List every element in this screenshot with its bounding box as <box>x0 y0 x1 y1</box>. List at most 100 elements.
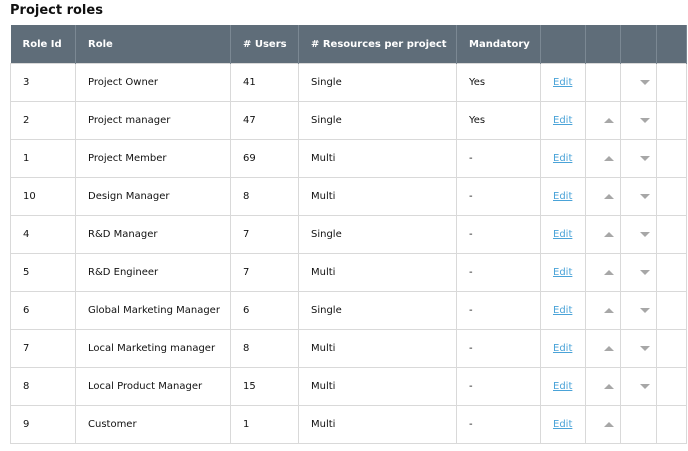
edit-link[interactable]: Edit <box>553 191 572 202</box>
cell-move-down <box>620 291 657 330</box>
move-down-icon[interactable] <box>639 346 650 351</box>
cell-edit: Edit <box>540 329 586 368</box>
cell-resources: Single <box>298 291 457 330</box>
cell-edit: Edit <box>540 139 586 178</box>
cell-extra <box>656 177 687 216</box>
cell-move-up <box>585 291 621 330</box>
cell-role-id: 6 <box>10 291 76 330</box>
edit-link[interactable]: Edit <box>553 115 572 126</box>
table-row: 3 Project Owner 41 Single Yes Edit <box>10 63 687 102</box>
cell-move-up <box>585 215 621 254</box>
move-up-icon[interactable] <box>604 308 614 313</box>
cell-extra <box>656 101 687 140</box>
cell-role-id: 4 <box>10 215 76 254</box>
cell-mandatory: - <box>456 405 541 444</box>
cell-move-down <box>620 367 657 406</box>
cell-move-down <box>620 101 657 140</box>
header-edit <box>540 25 586 64</box>
cell-role-id: 2 <box>10 101 76 140</box>
cell-resources: Single <box>298 215 457 254</box>
cell-edit: Edit <box>540 101 586 140</box>
move-down-icon[interactable] <box>639 80 650 85</box>
cell-users: 6 <box>230 291 299 330</box>
cell-role: R&D Manager <box>75 215 231 254</box>
edit-link[interactable]: Edit <box>553 305 572 316</box>
header-users: # Users <box>230 25 299 64</box>
edit-link[interactable]: Edit <box>553 229 572 240</box>
move-down-icon[interactable] <box>639 232 650 237</box>
cell-edit: Edit <box>540 177 586 216</box>
move-down-icon[interactable] <box>639 308 650 313</box>
cell-edit: Edit <box>540 215 586 254</box>
move-up-icon[interactable] <box>604 232 614 237</box>
cell-resources: Multi <box>298 405 457 444</box>
table-row: 10 Design Manager 8 Multi - Edit <box>10 177 687 216</box>
cell-move-up <box>585 177 621 216</box>
header-mandatory: Mandatory <box>456 25 541 64</box>
move-up-icon[interactable] <box>604 194 614 199</box>
header-resources-per-project: # Resources per project <box>298 25 457 64</box>
move-up-icon[interactable] <box>604 384 614 389</box>
cell-mandatory: - <box>456 215 541 254</box>
cell-extra <box>656 253 687 292</box>
cell-role-id: 3 <box>10 63 76 102</box>
cell-role: Project Owner <box>75 63 231 102</box>
cell-role: Design Manager <box>75 177 231 216</box>
cell-mandatory: - <box>456 253 541 292</box>
cell-move-up <box>585 405 621 444</box>
move-up-icon[interactable] <box>604 156 614 161</box>
cell-role-id: 1 <box>10 139 76 178</box>
cell-role: Project manager <box>75 101 231 140</box>
cell-role-id: 5 <box>10 253 76 292</box>
table-row: 7 Local Marketing manager 8 Multi - Edit <box>10 329 687 368</box>
move-down-icon[interactable] <box>639 156 650 161</box>
cell-users: 69 <box>230 139 299 178</box>
header-extra <box>656 25 687 64</box>
cell-resources: Single <box>298 63 457 102</box>
edit-link[interactable]: Edit <box>553 419 572 430</box>
header-move-down <box>620 25 657 64</box>
cell-edit: Edit <box>540 291 586 330</box>
cell-move-up <box>585 367 621 406</box>
cell-users: 41 <box>230 63 299 102</box>
page-title: Project roles <box>10 3 103 18</box>
move-down-icon[interactable] <box>639 194 650 199</box>
edit-link[interactable]: Edit <box>553 153 572 164</box>
edit-link[interactable]: Edit <box>553 267 572 278</box>
cell-move-down <box>620 215 657 254</box>
cell-users: 47 <box>230 101 299 140</box>
cell-extra <box>656 405 687 444</box>
cell-mandatory: - <box>456 177 541 216</box>
cell-role: Local Marketing manager <box>75 329 231 368</box>
edit-link[interactable]: Edit <box>553 77 572 88</box>
cell-mandatory: Yes <box>456 63 541 102</box>
header-move-up <box>585 25 621 64</box>
table-header-row: Role Id Role # Users # Resources per pro… <box>10 25 687 64</box>
move-up-icon[interactable] <box>604 346 614 351</box>
move-down-icon[interactable] <box>639 384 650 389</box>
cell-resources: Multi <box>298 329 457 368</box>
cell-move-up <box>585 329 621 368</box>
edit-link[interactable]: Edit <box>553 343 572 354</box>
cell-move-up <box>585 253 621 292</box>
cell-mandatory: - <box>456 139 541 178</box>
cell-role-id: 8 <box>10 367 76 406</box>
move-up-icon[interactable] <box>604 118 614 123</box>
cell-move-down <box>620 177 657 216</box>
project-roles-table: Role Id Role # Users # Resources per pro… <box>10 25 687 444</box>
move-up-icon[interactable] <box>604 270 614 275</box>
table-row: 6 Global Marketing Manager 6 Single - Edit <box>10 291 687 330</box>
cell-move-down <box>620 253 657 292</box>
cell-edit: Edit <box>540 367 586 406</box>
cell-move-down <box>620 139 657 178</box>
move-down-icon[interactable] <box>639 270 650 275</box>
cell-edit: Edit <box>540 63 586 102</box>
move-up-icon[interactable] <box>604 422 614 427</box>
edit-link[interactable]: Edit <box>553 381 572 392</box>
cell-role-id: 10 <box>10 177 76 216</box>
header-role: Role <box>75 25 231 64</box>
cell-extra <box>656 329 687 368</box>
move-down-icon[interactable] <box>639 118 650 123</box>
cell-move-down <box>620 329 657 368</box>
cell-resources: Single <box>298 101 457 140</box>
